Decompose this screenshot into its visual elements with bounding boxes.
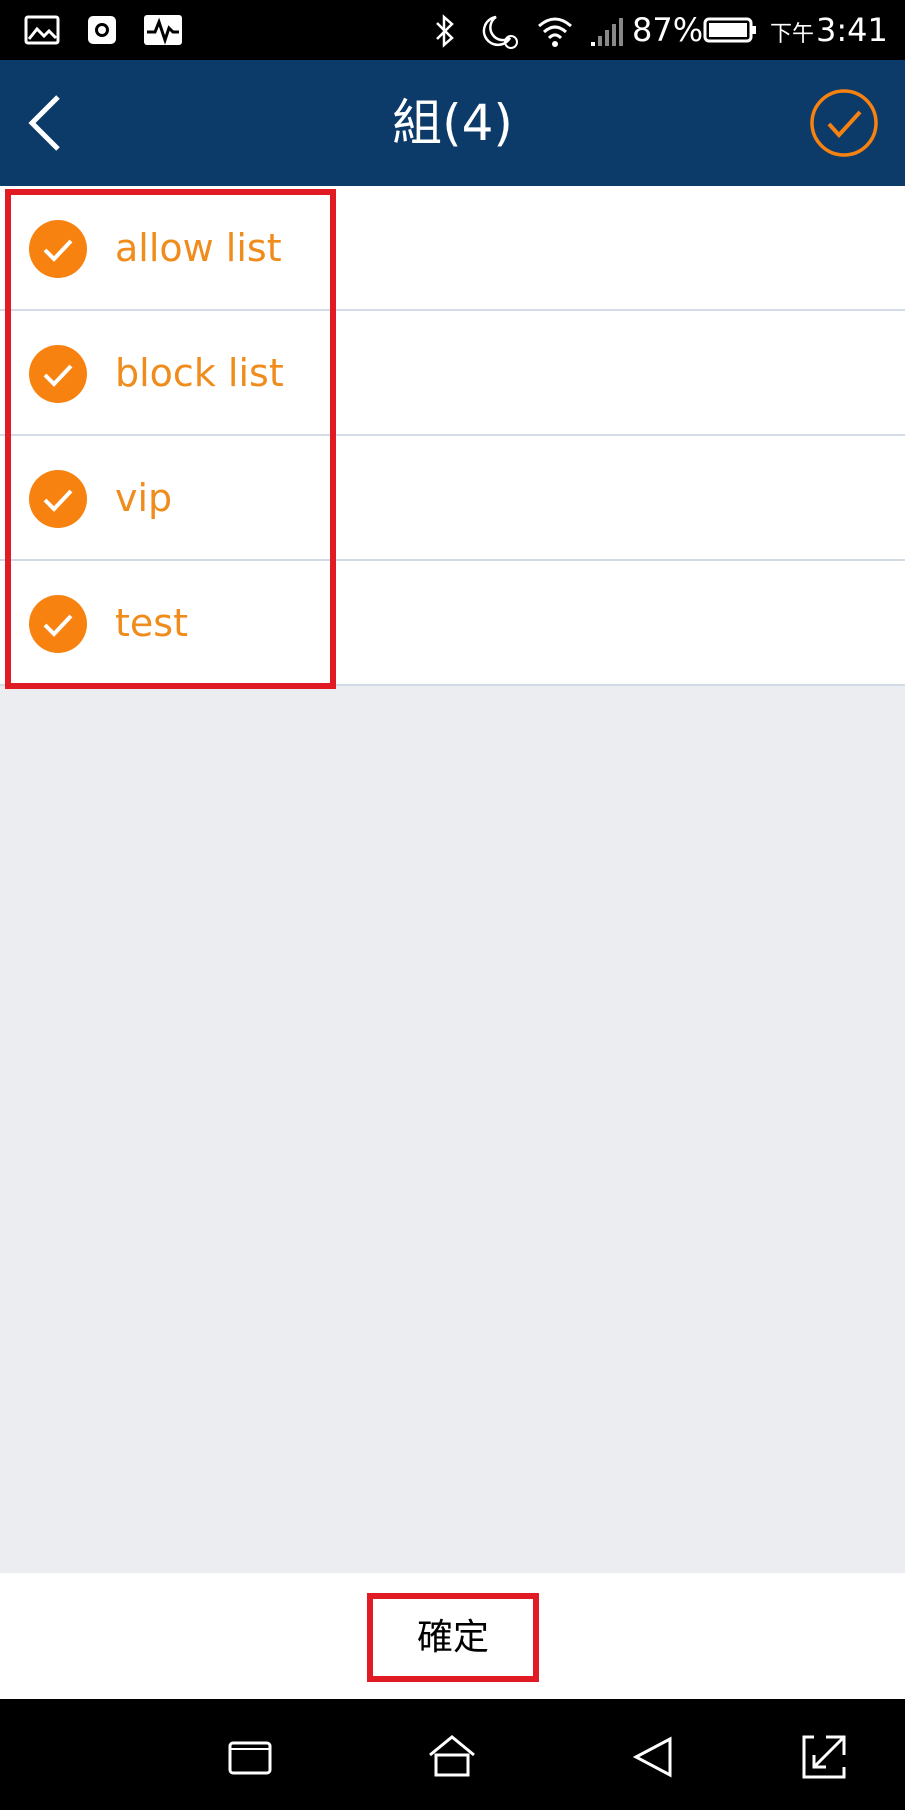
- recent-apps-button[interactable]: [222, 1729, 278, 1785]
- check-circle-icon: [29, 345, 87, 403]
- group-list: allow list block list vip test: [0, 186, 905, 686]
- time-ampm: 下午: [770, 22, 815, 47]
- moon-alarm-icon: [482, 15, 518, 49]
- activity-icon: [144, 15, 182, 45]
- chevron-left-icon: [28, 95, 60, 151]
- header-confirm-button[interactable]: [808, 87, 880, 159]
- list-item-vip[interactable]: vip: [0, 436, 905, 561]
- navigation-bar: [0, 1699, 905, 1810]
- signal-icon: [591, 18, 623, 46]
- confirm-button[interactable]: 確定: [367, 1593, 539, 1682]
- back-icon: [632, 1736, 672, 1778]
- battery-percent: 87%: [632, 11, 704, 49]
- status-bar: 87% 下午 3:41: [0, 0, 905, 60]
- list-item-test[interactable]: test: [0, 561, 905, 686]
- home-button[interactable]: [424, 1729, 480, 1785]
- fullscreen-toggle-icon: [802, 1735, 846, 1779]
- check-circle-icon: [29, 595, 87, 653]
- list-item-label: vip: [115, 476, 173, 520]
- fullscreen-toggle-button[interactable]: [796, 1729, 852, 1785]
- wifi-icon: [538, 17, 572, 47]
- bottom-bar: 確定: [0, 1573, 905, 1699]
- list-item-allow-list[interactable]: allow list: [0, 186, 905, 311]
- gallery-icon: [24, 15, 60, 45]
- back-button[interactable]: [20, 91, 76, 155]
- battery-icon: [703, 17, 756, 43]
- check-circle-icon: [810, 89, 878, 157]
- app-header: 組(4): [0, 60, 905, 186]
- home-icon: [429, 1735, 475, 1777]
- check-circle-icon: [29, 220, 87, 278]
- list-item-label: allow list: [115, 226, 282, 270]
- page-title: 組(4): [392, 94, 513, 152]
- camera-circle-icon: [88, 16, 116, 44]
- list-item-label: block list: [115, 351, 284, 395]
- check-circle-icon: [29, 470, 87, 528]
- recent-apps-icon: [228, 1741, 272, 1775]
- list-item-label: test: [115, 601, 188, 645]
- bluetooth-icon: [436, 14, 454, 48]
- back-nav-button[interactable]: [626, 1729, 682, 1785]
- list-item-block-list[interactable]: block list: [0, 311, 905, 436]
- clock-time: 3:41: [816, 11, 888, 49]
